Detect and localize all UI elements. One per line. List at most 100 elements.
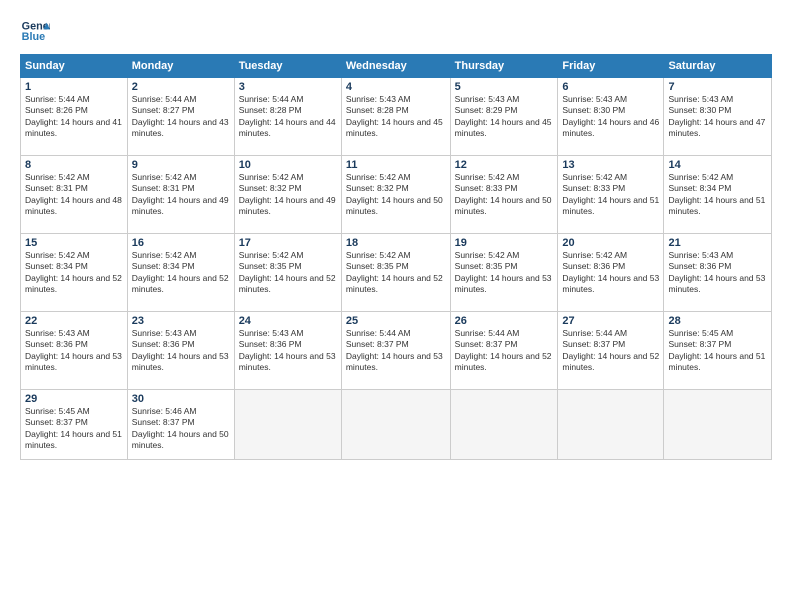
day-number: 5 xyxy=(455,81,554,93)
calendar-cell: 9Sunrise: 5:42 AMSunset: 8:31 PMDaylight… xyxy=(127,156,234,234)
day-number: 7 xyxy=(668,81,767,93)
calendar-cell: 27Sunrise: 5:44 AMSunset: 8:37 PMDayligh… xyxy=(558,312,664,390)
day-number: 23 xyxy=(132,315,230,327)
day-number: 10 xyxy=(239,159,337,171)
day-info: Sunrise: 5:42 AMSunset: 8:34 PMDaylight:… xyxy=(132,250,230,296)
day-number: 29 xyxy=(25,393,123,405)
calendar-cell: 28Sunrise: 5:45 AMSunset: 8:37 PMDayligh… xyxy=(664,312,772,390)
weekday-header: Friday xyxy=(558,55,664,78)
calendar-table: SundayMondayTuesdayWednesdayThursdayFrid… xyxy=(20,54,772,460)
calendar-cell: 21Sunrise: 5:43 AMSunset: 8:36 PMDayligh… xyxy=(664,234,772,312)
day-number: 20 xyxy=(562,237,659,249)
calendar-cell: 20Sunrise: 5:42 AMSunset: 8:36 PMDayligh… xyxy=(558,234,664,312)
calendar-cell: 8Sunrise: 5:42 AMSunset: 8:31 PMDaylight… xyxy=(21,156,128,234)
day-info: Sunrise: 5:43 AMSunset: 8:36 PMDaylight:… xyxy=(132,328,230,374)
weekday-header: Sunday xyxy=(21,55,128,78)
day-info: Sunrise: 5:45 AMSunset: 8:37 PMDaylight:… xyxy=(668,328,767,374)
calendar-cell: 10Sunrise: 5:42 AMSunset: 8:32 PMDayligh… xyxy=(234,156,341,234)
day-number: 9 xyxy=(132,159,230,171)
day-info: Sunrise: 5:43 AMSunset: 8:36 PMDaylight:… xyxy=(668,250,767,296)
day-number: 21 xyxy=(668,237,767,249)
day-info: Sunrise: 5:43 AMSunset: 8:29 PMDaylight:… xyxy=(455,94,554,140)
calendar-cell: 22Sunrise: 5:43 AMSunset: 8:36 PMDayligh… xyxy=(21,312,128,390)
day-info: Sunrise: 5:44 AMSunset: 8:28 PMDaylight:… xyxy=(239,94,337,140)
logo-icon: General Blue xyxy=(20,16,50,46)
weekday-header: Tuesday xyxy=(234,55,341,78)
calendar-cell: 29Sunrise: 5:45 AMSunset: 8:37 PMDayligh… xyxy=(21,390,128,460)
day-number: 18 xyxy=(346,237,446,249)
calendar-cell: 18Sunrise: 5:42 AMSunset: 8:35 PMDayligh… xyxy=(341,234,450,312)
calendar-cell xyxy=(450,390,558,460)
day-info: Sunrise: 5:44 AMSunset: 8:37 PMDaylight:… xyxy=(455,328,554,374)
day-number: 25 xyxy=(346,315,446,327)
calendar-cell xyxy=(234,390,341,460)
day-number: 14 xyxy=(668,159,767,171)
day-number: 8 xyxy=(25,159,123,171)
weekday-header: Saturday xyxy=(664,55,772,78)
day-info: Sunrise: 5:43 AMSunset: 8:28 PMDaylight:… xyxy=(346,94,446,140)
day-info: Sunrise: 5:42 AMSunset: 8:35 PMDaylight:… xyxy=(455,250,554,296)
day-number: 6 xyxy=(562,81,659,93)
weekday-header: Monday xyxy=(127,55,234,78)
day-info: Sunrise: 5:42 AMSunset: 8:32 PMDaylight:… xyxy=(346,172,446,218)
calendar-cell xyxy=(558,390,664,460)
day-number: 28 xyxy=(668,315,767,327)
calendar-cell: 15Sunrise: 5:42 AMSunset: 8:34 PMDayligh… xyxy=(21,234,128,312)
day-info: Sunrise: 5:42 AMSunset: 8:33 PMDaylight:… xyxy=(562,172,659,218)
logo: General Blue xyxy=(20,16,50,46)
day-info: Sunrise: 5:43 AMSunset: 8:30 PMDaylight:… xyxy=(562,94,659,140)
day-info: Sunrise: 5:45 AMSunset: 8:37 PMDaylight:… xyxy=(25,406,123,452)
calendar-cell: 14Sunrise: 5:42 AMSunset: 8:34 PMDayligh… xyxy=(664,156,772,234)
calendar-cell xyxy=(341,390,450,460)
day-number: 13 xyxy=(562,159,659,171)
day-info: Sunrise: 5:42 AMSunset: 8:35 PMDaylight:… xyxy=(346,250,446,296)
calendar-cell: 19Sunrise: 5:42 AMSunset: 8:35 PMDayligh… xyxy=(450,234,558,312)
calendar-cell: 25Sunrise: 5:44 AMSunset: 8:37 PMDayligh… xyxy=(341,312,450,390)
calendar-cell xyxy=(664,390,772,460)
day-number: 22 xyxy=(25,315,123,327)
day-number: 26 xyxy=(455,315,554,327)
day-info: Sunrise: 5:42 AMSunset: 8:34 PMDaylight:… xyxy=(25,250,123,296)
page: General Blue SundayMondayTuesdayWednesda… xyxy=(0,0,792,612)
day-info: Sunrise: 5:44 AMSunset: 8:26 PMDaylight:… xyxy=(25,94,123,140)
day-number: 1 xyxy=(25,81,123,93)
day-number: 19 xyxy=(455,237,554,249)
calendar-cell: 16Sunrise: 5:42 AMSunset: 8:34 PMDayligh… xyxy=(127,234,234,312)
weekday-header: Wednesday xyxy=(341,55,450,78)
day-info: Sunrise: 5:42 AMSunset: 8:31 PMDaylight:… xyxy=(25,172,123,218)
day-info: Sunrise: 5:42 AMSunset: 8:34 PMDaylight:… xyxy=(668,172,767,218)
day-info: Sunrise: 5:44 AMSunset: 8:37 PMDaylight:… xyxy=(562,328,659,374)
calendar-cell: 23Sunrise: 5:43 AMSunset: 8:36 PMDayligh… xyxy=(127,312,234,390)
calendar-cell: 1Sunrise: 5:44 AMSunset: 8:26 PMDaylight… xyxy=(21,78,128,156)
day-number: 11 xyxy=(346,159,446,171)
calendar-cell: 24Sunrise: 5:43 AMSunset: 8:36 PMDayligh… xyxy=(234,312,341,390)
calendar-cell: 2Sunrise: 5:44 AMSunset: 8:27 PMDaylight… xyxy=(127,78,234,156)
day-info: Sunrise: 5:43 AMSunset: 8:36 PMDaylight:… xyxy=(25,328,123,374)
calendar-cell: 12Sunrise: 5:42 AMSunset: 8:33 PMDayligh… xyxy=(450,156,558,234)
day-number: 27 xyxy=(562,315,659,327)
calendar-cell: 7Sunrise: 5:43 AMSunset: 8:30 PMDaylight… xyxy=(664,78,772,156)
day-number: 4 xyxy=(346,81,446,93)
calendar-cell: 11Sunrise: 5:42 AMSunset: 8:32 PMDayligh… xyxy=(341,156,450,234)
weekday-header: Thursday xyxy=(450,55,558,78)
day-number: 17 xyxy=(239,237,337,249)
calendar-cell: 30Sunrise: 5:46 AMSunset: 8:37 PMDayligh… xyxy=(127,390,234,460)
day-number: 16 xyxy=(132,237,230,249)
day-info: Sunrise: 5:43 AMSunset: 8:36 PMDaylight:… xyxy=(239,328,337,374)
day-info: Sunrise: 5:42 AMSunset: 8:33 PMDaylight:… xyxy=(455,172,554,218)
day-number: 15 xyxy=(25,237,123,249)
day-number: 30 xyxy=(132,393,230,405)
day-number: 3 xyxy=(239,81,337,93)
calendar-cell: 4Sunrise: 5:43 AMSunset: 8:28 PMDaylight… xyxy=(341,78,450,156)
day-number: 12 xyxy=(455,159,554,171)
calendar-cell: 6Sunrise: 5:43 AMSunset: 8:30 PMDaylight… xyxy=(558,78,664,156)
svg-text:Blue: Blue xyxy=(22,31,45,43)
day-info: Sunrise: 5:42 AMSunset: 8:36 PMDaylight:… xyxy=(562,250,659,296)
day-info: Sunrise: 5:42 AMSunset: 8:32 PMDaylight:… xyxy=(239,172,337,218)
calendar-cell: 5Sunrise: 5:43 AMSunset: 8:29 PMDaylight… xyxy=(450,78,558,156)
calendar-cell: 17Sunrise: 5:42 AMSunset: 8:35 PMDayligh… xyxy=(234,234,341,312)
day-number: 24 xyxy=(239,315,337,327)
day-info: Sunrise: 5:46 AMSunset: 8:37 PMDaylight:… xyxy=(132,406,230,452)
day-info: Sunrise: 5:44 AMSunset: 8:27 PMDaylight:… xyxy=(132,94,230,140)
calendar-cell: 13Sunrise: 5:42 AMSunset: 8:33 PMDayligh… xyxy=(558,156,664,234)
